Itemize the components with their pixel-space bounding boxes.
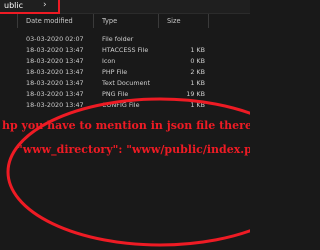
row-date: 18-03-2020 13:47 bbox=[26, 101, 84, 109]
address-highlight-box bbox=[0, 0, 60, 14]
file-row[interactable]: 18-03-2020 13:47 Text Document 1 KB bbox=[0, 78, 250, 89]
row-type: Text Document bbox=[102, 79, 151, 87]
column-header-date[interactable]: Date modified bbox=[26, 17, 73, 25]
row-type: Icon bbox=[102, 57, 116, 65]
file-row[interactable]: 18-03-2020 13:47 CONFIG File 1 KB bbox=[0, 100, 250, 111]
row-date: 03-03-2020 02:07 bbox=[26, 35, 84, 43]
row-date: 18-03-2020 13:47 bbox=[26, 68, 84, 76]
column-divider[interactable] bbox=[208, 14, 209, 28]
row-date: 18-03-2020 13:47 bbox=[26, 79, 84, 87]
row-size: 1 KB bbox=[190, 101, 205, 109]
file-row[interactable]: 03-03-2020 02:07 File folder bbox=[0, 34, 250, 45]
column-divider[interactable] bbox=[17, 14, 18, 28]
row-type: HTACCESS File bbox=[102, 46, 149, 54]
row-size: 2 KB bbox=[190, 68, 205, 76]
column-divider[interactable] bbox=[93, 14, 94, 28]
row-type: File folder bbox=[102, 35, 134, 43]
file-row[interactable]: 18-03-2020 13:47 Icon 0 KB bbox=[0, 56, 250, 67]
file-row[interactable]: 18-03-2020 13:47 HTACCESS File 1 KB bbox=[0, 45, 250, 56]
annotation-text-line-2: "www_directory": "www/public/index.php",… bbox=[17, 143, 250, 156]
column-header-type[interactable]: Type bbox=[102, 17, 117, 25]
row-size: 1 KB bbox=[190, 46, 205, 54]
row-date: 18-03-2020 13:47 bbox=[26, 90, 84, 98]
row-size: 0 KB bbox=[190, 57, 205, 65]
row-date: 18-03-2020 13:47 bbox=[26, 57, 84, 65]
row-size: 19 KB bbox=[186, 90, 205, 98]
row-type: CONFIG File bbox=[102, 101, 140, 109]
file-explorer-window: ublic › Date modified Type Size 03-03-20… bbox=[0, 0, 250, 250]
row-type: PNG File bbox=[102, 90, 129, 98]
column-header: Date modified Type Size bbox=[0, 14, 250, 28]
row-size: 1 KB bbox=[190, 79, 205, 87]
annotation-text-line-1: hp you have to mention in json file ther… bbox=[2, 119, 250, 132]
address-bar[interactable]: ublic › bbox=[0, 0, 250, 14]
column-divider[interactable] bbox=[158, 14, 159, 28]
file-row[interactable]: 18-03-2020 13:47 PNG File 19 KB bbox=[0, 89, 250, 100]
column-header-size[interactable]: Size bbox=[167, 17, 181, 25]
row-date: 18-03-2020 13:47 bbox=[26, 46, 84, 54]
row-type: PHP File bbox=[102, 68, 128, 76]
file-row[interactable]: 18-03-2020 13:47 PHP File 2 KB bbox=[0, 67, 250, 78]
